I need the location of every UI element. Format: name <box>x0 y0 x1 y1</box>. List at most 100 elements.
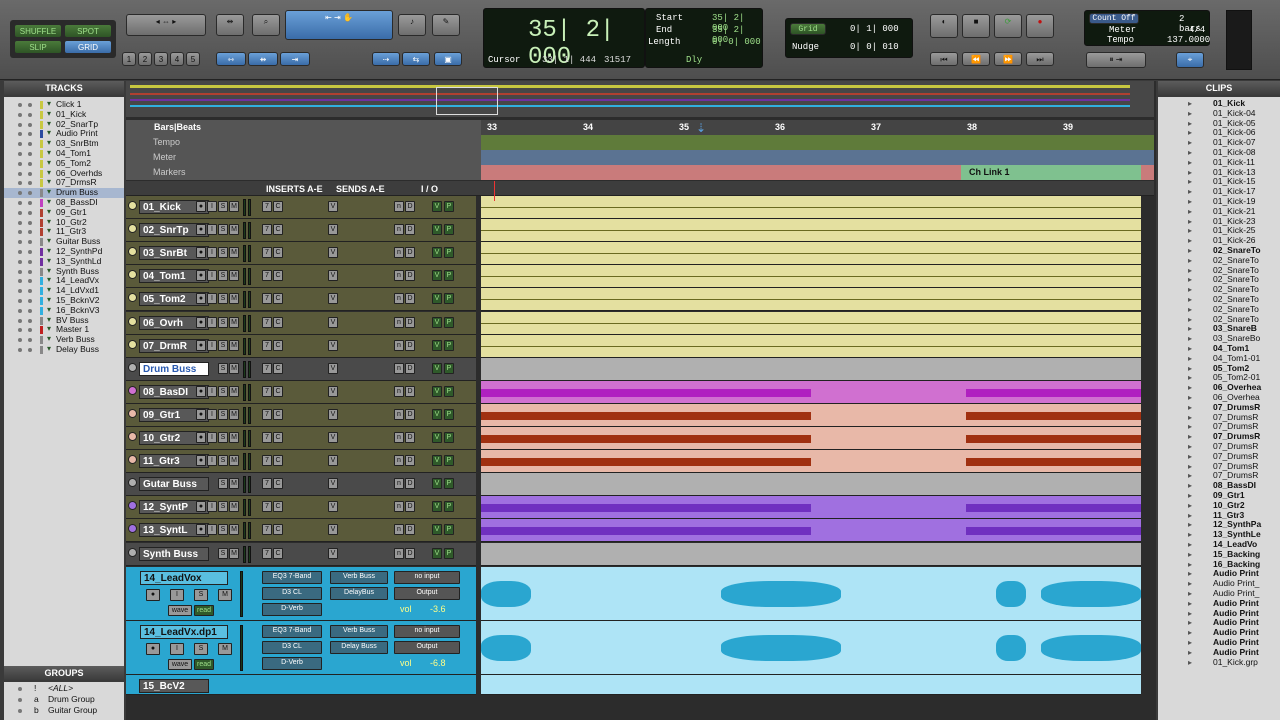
insert-slot[interactable]: 7 <box>262 478 272 490</box>
pencil-tool-icon[interactable]: ✎ <box>432 14 460 36</box>
insert-slot[interactable]: C <box>273 501 283 513</box>
record-enable-button[interactable]: ● <box>196 339 206 351</box>
clip-list-item[interactable]: 01_Kick <box>1213 99 1279 109</box>
record-enable-button[interactable]: ● <box>196 524 206 536</box>
clip-list-item[interactable]: 04_Tom1 <box>1213 344 1279 354</box>
input-monitor-button[interactable]: I <box>207 524 217 536</box>
expand-arrow-icon[interactable]: ▸ <box>1188 364 1192 373</box>
show-hide-dot[interactable] <box>18 318 22 323</box>
clip-list-item[interactable]: 01_Kick-07 <box>1213 138 1279 148</box>
insert-slot[interactable]: EQ3 7-Band <box>262 570 322 584</box>
clip-list-item[interactable]: 07_DrumsR <box>1213 471 1279 481</box>
metronome-icon[interactable]: ⌖ <box>1176 52 1204 68</box>
io-selector[interactable]: n <box>394 362 404 374</box>
io-selector[interactable]: n <box>394 224 404 236</box>
clip-list-item[interactable]: 05_Tom2 <box>1213 364 1279 374</box>
expand-arrow-icon[interactable]: ▸ <box>1188 187 1192 196</box>
record-enable-button[interactable]: ● <box>196 270 206 282</box>
track-record-icon[interactable] <box>128 339 137 349</box>
send-slot[interactable]: V <box>328 524 338 536</box>
track-lane[interactable] <box>481 265 1141 289</box>
shuffle-mode-button[interactable]: SHUFFLE <box>14 24 62 38</box>
track-record-icon[interactable] <box>128 224 137 234</box>
expand-arrow-icon[interactable]: ▸ <box>1188 295 1192 304</box>
groups-panel-title[interactable]: GROUPS <box>4 666 124 680</box>
clip-list-item[interactable]: 01_Kick-26 <box>1213 236 1279 246</box>
track-record-icon[interactable] <box>128 547 137 557</box>
marker-region[interactable]: Ch Link 1 <box>961 165 1141 180</box>
track-lane[interactable] <box>481 427 1141 450</box>
zoom-controls[interactable]: ◂ ⇔ ▸ <box>126 14 206 36</box>
clip-list-item[interactable]: 09_Gtr1 <box>1213 491 1279 501</box>
show-hide-dot[interactable] <box>18 122 22 127</box>
insert-slot[interactable]: C <box>273 201 283 212</box>
track-list-item[interactable]: ▾ Delay Buss <box>4 344 124 355</box>
active-dot[interactable] <box>28 348 32 352</box>
insert-slot[interactable]: D3 CL <box>262 640 322 654</box>
expand-arrow-icon[interactable]: ▸ <box>1188 119 1192 128</box>
active-dot[interactable] <box>28 103 32 107</box>
send-slot[interactable]: V <box>328 408 338 420</box>
insert-slot[interactable]: C <box>273 270 283 282</box>
link-track-button[interactable]: ⇻ <box>248 52 278 66</box>
expand-arrow-icon[interactable]: ▸ <box>1188 246 1192 255</box>
insert-slot[interactable]: EQ3 7-Band <box>262 624 322 638</box>
send-slot[interactable]: V <box>328 201 338 212</box>
record-enable-button[interactable]: ● <box>196 432 206 443</box>
clip-list-item[interactable]: 01_Kick.grp <box>1213 658 1279 668</box>
clip-list-item[interactable]: 14_LeadVo <box>1213 540 1279 550</box>
expand-arrow-icon[interactable]: ▸ <box>1188 452 1192 461</box>
track-lane[interactable] <box>481 380 1141 404</box>
go-to-end-icon[interactable]: ⏭ <box>1026 52 1054 66</box>
track-name[interactable]: Gutar Buss <box>139 477 209 492</box>
view-toggle[interactable]: V <box>432 270 442 282</box>
clip-list-item[interactable]: 08_BassDI <box>1213 481 1279 491</box>
solo-button[interactable]: S <box>218 201 228 212</box>
clip-list-item[interactable]: 07_DrumsR <box>1213 422 1279 432</box>
send-slot[interactable]: V <box>328 455 338 467</box>
send-slot[interactable]: Delay Buss <box>330 640 388 654</box>
io-selector[interactable]: D <box>405 501 415 513</box>
io-selector[interactable]: D <box>405 247 415 259</box>
view-toggle[interactable]: P <box>444 362 454 374</box>
insert-slot[interactable]: C <box>273 408 283 420</box>
insert-slot[interactable]: 7 <box>262 316 272 328</box>
grid-value[interactable]: 0| 1| 000 <box>850 24 899 34</box>
io-selector[interactable]: D <box>405 293 415 305</box>
expand-arrow-icon[interactable]: ▸ <box>1188 658 1192 667</box>
tempo-ruler[interactable]: Tempo <box>126 135 1154 150</box>
view-toggle[interactable]: V <box>432 201 442 212</box>
mute-button[interactable]: M <box>218 588 232 601</box>
solo-button[interactable]: S <box>218 524 228 536</box>
input-monitor-button[interactable]: I <box>170 642 184 655</box>
view-toggle[interactable]: P <box>444 478 454 490</box>
clip-list-item[interactable]: 13_SynthLe <box>1213 530 1279 540</box>
clip-list-item[interactable]: 01_Kick-17 <box>1213 187 1279 197</box>
clip-list-item[interactable]: 01_Kick-11 <box>1213 158 1279 168</box>
io-selector[interactable]: n <box>394 385 404 397</box>
input-selector[interactable]: no input <box>394 624 460 638</box>
grid-nudge-display[interactable]: Grid 0| 1| 000 Nudge 0| 0| 010 <box>785 18 913 58</box>
send-slot[interactable]: V <box>328 432 338 443</box>
mute-button[interactable]: M <box>229 247 239 259</box>
clip-list-item[interactable]: 01_Kick-08 <box>1213 148 1279 158</box>
mirror-midi-button[interactable]: ⇆ <box>402 52 430 66</box>
clip-list-item[interactable]: Audio Print <box>1213 618 1279 628</box>
input-selector[interactable]: no input <box>394 570 460 584</box>
show-hide-dot[interactable] <box>18 210 22 215</box>
group-dot[interactable] <box>18 687 22 691</box>
mute-button[interactable]: M <box>229 201 239 212</box>
io-selector[interactable]: D <box>405 547 415 559</box>
insert-slot[interactable]: C <box>273 478 283 490</box>
active-dot[interactable] <box>28 259 32 264</box>
view-toggle[interactable]: P <box>444 270 454 282</box>
vocal-track-name[interactable]: 14_LeadVox <box>140 570 228 585</box>
clip-list-item[interactable]: 01_Kick-19 <box>1213 197 1279 207</box>
solo-button[interactable]: S <box>218 432 228 443</box>
input-monitor-button[interactable]: I <box>207 408 217 420</box>
track-record-icon[interactable] <box>128 408 137 418</box>
insert-slot[interactable]: 7 <box>262 432 272 443</box>
expand-arrow-icon[interactable]: ▸ <box>1188 471 1192 480</box>
io-selector[interactable]: n <box>394 270 404 282</box>
clip-list-item[interactable]: 01_Kick-25 <box>1213 226 1279 236</box>
